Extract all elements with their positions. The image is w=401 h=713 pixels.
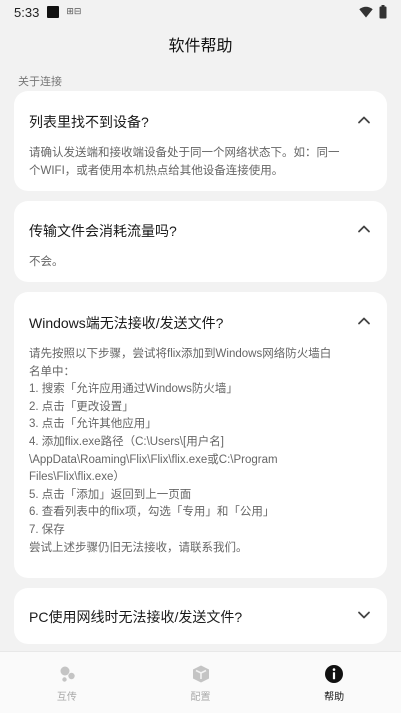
faq-answer: 请先按照以下步骤，尝试将flix添加到Windows网络防火墙白 名单中： 1.…: [29, 346, 375, 557]
faq-question[interactable]: Windows端无法接收/发送文件?: [29, 313, 223, 333]
nav-item-config[interactable]: 配置: [134, 652, 268, 713]
box-icon: [192, 665, 209, 683]
nav-label: 配置: [190, 692, 211, 703]
nav-label: 互传: [56, 692, 77, 703]
bubbles-icon: [60, 666, 75, 682]
chevron-up-icon[interactable]: [357, 222, 371, 236]
faq-card: Windows端无法接收/发送文件? 请先按照以下步骤，尝试将flix添加到Wi…: [14, 292, 387, 578]
chevron-down-icon[interactable]: [357, 608, 371, 622]
answer-line: 1. 搜索「允许应用通过Windows防火墙」: [29, 383, 238, 396]
answer-line: 4. 添加flix.exe路径（C:\Users\[用户名]: [29, 435, 224, 448]
chevron-up-icon[interactable]: [357, 314, 371, 328]
faq-answer: 不会。: [29, 254, 375, 272]
nav-label: 帮助: [324, 692, 345, 703]
answer-line: 请确认发送端和接收端设备处于同一个网络状态下。如：同一: [29, 147, 340, 159]
answer-line: 3. 点击「允许其他应用」: [29, 418, 157, 431]
answer-line: 2. 点击「更改设置」: [29, 400, 134, 413]
faq-card: 传输文件会消耗流量吗? 不会。: [14, 201, 387, 282]
answer-line: 6. 查看列表中的flix项，勾选「专用」和「公用」: [29, 506, 275, 519]
faq-answer: 请确认发送端和接收端设备处于同一个网络状态下。如：同一 个WIFI，或者使用本机…: [29, 145, 375, 180]
answer-line: 请先按照以下步骤，尝试将flix添加到Windows网络防火墙白: [29, 348, 332, 360]
answer-line: Files\Flix\flix.exe）: [29, 471, 125, 484]
nav-item-transfer[interactable]: 互传: [0, 652, 134, 713]
nav-item-help[interactable]: 帮助: [267, 652, 401, 713]
answer-line: 尝试上述步骤仍旧无法接收，请联系我们。: [29, 541, 248, 554]
answer-line: 名单中：: [29, 365, 75, 378]
answer-line: 5. 点击「添加」返回到上一页面: [29, 488, 192, 501]
answer-line: 7. 保存: [29, 523, 65, 536]
chevron-up-icon[interactable]: [357, 113, 371, 127]
faq-card: 列表里找不到设备? 请确认发送端和接收端设备处于同一个网络状态下。如：同一 个W…: [14, 91, 387, 191]
bottom-nav: 互传 配置 帮助: [0, 651, 401, 713]
answer-line: 个WIFI，或者使用本机热点给其他设备连接使用。: [29, 164, 284, 177]
faq-question[interactable]: PC使用网线时无法接收/发送文件?: [29, 607, 242, 627]
faq-question[interactable]: 传输文件会消耗流量吗?: [29, 221, 177, 241]
section-label: 关于连接: [18, 75, 62, 88]
answer-line: \AppData\Roaming\Flix\Flix\flix.exe或C:\P…: [29, 453, 278, 466]
faq-list: 关于连接 列表里找不到设备? 请确认发送端和接收端设备处于同一个网络状态下。如：…: [0, 0, 401, 651]
faq-question[interactable]: 列表里找不到设备?: [29, 112, 149, 132]
answer-line: 不会。: [29, 256, 64, 268]
info-icon: [325, 665, 344, 683]
faq-card: PC使用网线时无法接收/发送文件?: [14, 588, 387, 644]
